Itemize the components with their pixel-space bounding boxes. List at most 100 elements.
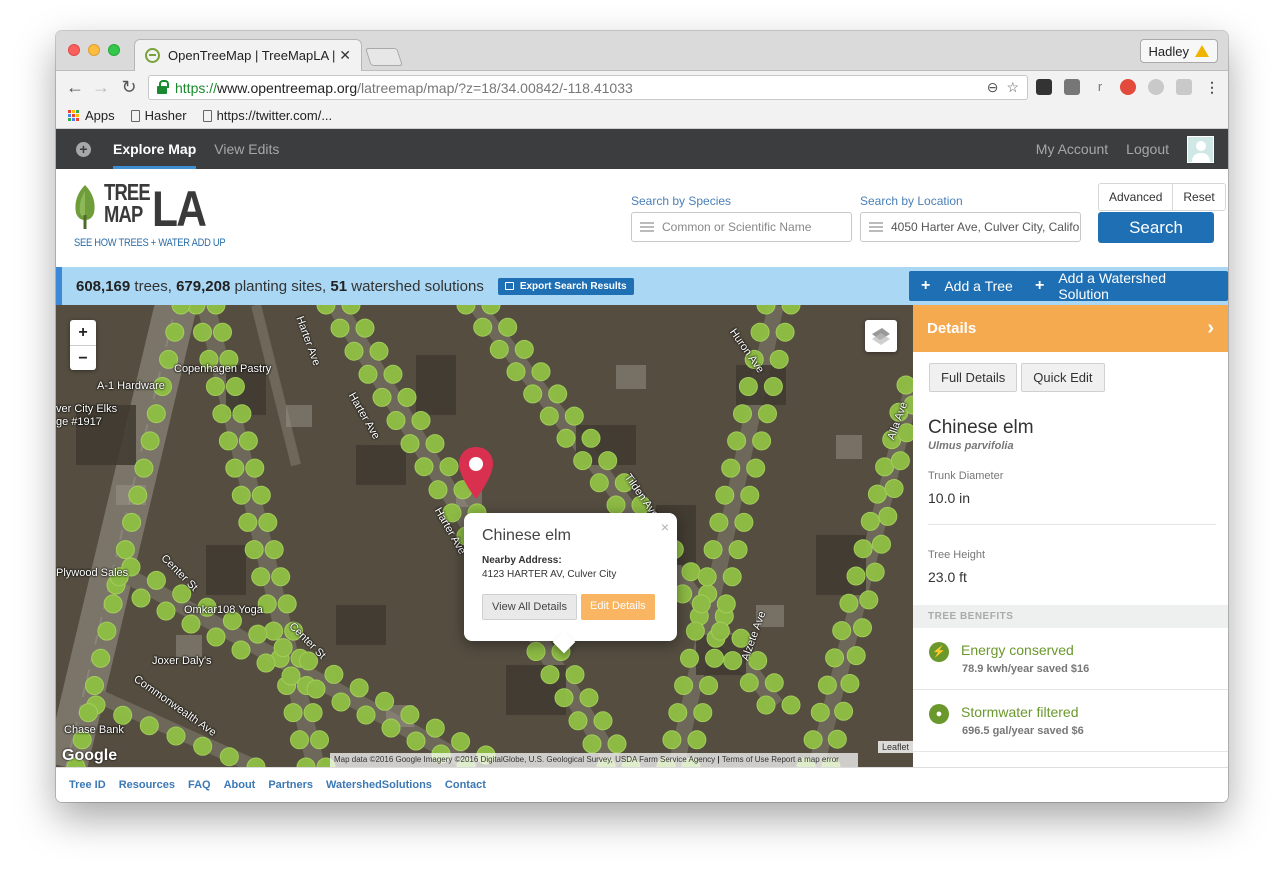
tree-dot[interactable] (709, 512, 729, 532)
tree-dot[interactable] (232, 404, 252, 424)
tree-dot[interactable] (526, 642, 546, 661)
popup-close-icon[interactable]: × (661, 519, 669, 535)
tree-dot[interactable] (131, 588, 151, 608)
tree-dot[interactable] (840, 674, 860, 693)
tree-dot[interactable] (231, 640, 251, 660)
browser-tab[interactable]: OpenTreeMap | TreeMapLA | M ✕ (134, 39, 362, 71)
tree-dot[interactable] (738, 377, 758, 396)
add-icon[interactable]: + (76, 141, 91, 157)
tree-dot[interactable] (763, 377, 783, 396)
menu-icon[interactable]: ⋮ (1204, 79, 1220, 95)
tree-dot[interactable] (310, 730, 329, 750)
tree-dot[interactable] (859, 590, 879, 610)
address-bar[interactable]: https:// www.opentreemap.org /latreemap/… (148, 75, 1028, 100)
tree-dot[interactable] (832, 621, 852, 641)
tree-dot[interactable] (400, 434, 420, 454)
minimize-window-button[interactable] (88, 44, 100, 56)
tree-dot[interactable] (251, 485, 271, 505)
extension-2-icon[interactable] (1064, 79, 1080, 95)
tree-dot[interactable] (853, 618, 872, 638)
tree-dot[interactable] (181, 614, 201, 634)
tree-dot[interactable] (867, 484, 887, 504)
tree-dot[interactable] (750, 322, 770, 342)
close-window-button[interactable] (68, 44, 80, 56)
treemapla-logo[interactable]: TREE MAP LA SEE HOW TREES + WATER ADD UP (72, 181, 226, 253)
tree-dot[interactable] (723, 651, 743, 671)
tree-dot[interactable] (896, 375, 913, 395)
tree-dot[interactable] (156, 601, 176, 621)
tree-dot[interactable] (839, 593, 859, 613)
tree-dot[interactable] (473, 317, 493, 337)
tree-dot[interactable] (703, 540, 723, 560)
tree-dot[interactable] (225, 377, 245, 396)
tree-dot[interactable] (593, 711, 613, 731)
tree-dot[interactable] (554, 688, 574, 708)
tree-dot[interactable] (139, 716, 159, 736)
footer-link-about[interactable]: About (224, 779, 256, 791)
tree-dot[interactable] (406, 731, 426, 751)
tree-dot[interactable] (206, 627, 226, 647)
tree-dot[interactable] (687, 730, 707, 750)
extension-1-icon[interactable] (1036, 79, 1052, 95)
tree-dot[interactable] (140, 431, 160, 451)
tree-dot[interactable] (425, 434, 445, 454)
tree-dot[interactable] (739, 673, 759, 693)
tree-dot[interactable] (875, 457, 895, 477)
tree-dot[interactable] (277, 594, 297, 614)
footer-link-faq[interactable]: FAQ (188, 779, 211, 791)
bookmark-apps[interactable]: Apps (68, 108, 115, 123)
tree-dot[interactable] (381, 718, 401, 738)
map-marker-icon[interactable] (458, 447, 494, 499)
tree-dot[interactable] (764, 673, 784, 693)
tree-dot[interactable] (581, 428, 601, 448)
tree-dot[interactable] (606, 495, 626, 515)
tree-dot[interactable] (756, 695, 776, 715)
tree-dot[interactable] (810, 702, 830, 722)
leaflet-attribution[interactable]: Leaflet (877, 741, 913, 753)
tree-dot[interactable] (414, 457, 434, 477)
tree-dot[interactable] (746, 458, 766, 478)
tree-dot[interactable] (344, 341, 364, 361)
tree-dot[interactable] (697, 567, 717, 587)
extension-4-icon[interactable] (1148, 79, 1164, 95)
tree-dot[interactable] (568, 711, 588, 731)
tree-dot[interactable] (710, 621, 730, 641)
tree-dot[interactable] (514, 339, 534, 359)
extension-3-icon[interactable] (1120, 79, 1136, 95)
tree-dot[interactable] (668, 703, 688, 723)
tree-dot[interactable] (890, 451, 910, 471)
tree-dot[interactable] (834, 701, 854, 721)
tree-dot[interactable] (251, 567, 271, 587)
tree-dot[interactable] (306, 679, 326, 699)
back-icon[interactable]: ← (64, 76, 86, 98)
search-button[interactable]: Search (1098, 212, 1214, 243)
tree-dot[interactable] (205, 377, 225, 396)
tree-dot[interactable] (372, 387, 392, 407)
tree-dot[interactable] (193, 322, 212, 342)
tree-dot[interactable] (722, 567, 742, 587)
tree-dot[interactable] (716, 594, 736, 614)
tree-dot[interactable] (166, 726, 186, 746)
extension-5-icon[interactable] (1176, 79, 1192, 95)
map-view[interactable]: + − Copenhagen Pastry A-1 Hardware ver C… (56, 305, 913, 767)
location-search-input[interactable]: 4050 Harter Ave, Culver City, Califo (860, 212, 1081, 242)
tree-dot[interactable] (411, 411, 431, 430)
tree-dot[interactable] (825, 648, 845, 668)
tree-dot[interactable] (803, 730, 823, 750)
tree-dot[interactable] (728, 540, 748, 560)
tree-dot[interactable] (589, 473, 609, 493)
tree-dot[interactable] (331, 692, 351, 712)
tree-dot[interactable] (846, 646, 866, 666)
tree-dot[interactable] (212, 404, 232, 424)
tree-dot[interactable] (565, 665, 585, 685)
tree-dot[interactable] (146, 404, 166, 424)
tree-dot[interactable] (283, 703, 303, 723)
tree-dot[interactable] (865, 562, 885, 582)
tree-dot[interactable] (752, 431, 772, 451)
tree-dot[interactable] (489, 339, 509, 359)
tree-dot[interactable] (769, 349, 789, 369)
nav-explore-map[interactable]: Explore Map (113, 129, 197, 169)
tree-dot[interactable] (548, 384, 568, 404)
tree-dot[interactable] (680, 648, 699, 668)
tree-dot[interactable] (193, 736, 213, 756)
